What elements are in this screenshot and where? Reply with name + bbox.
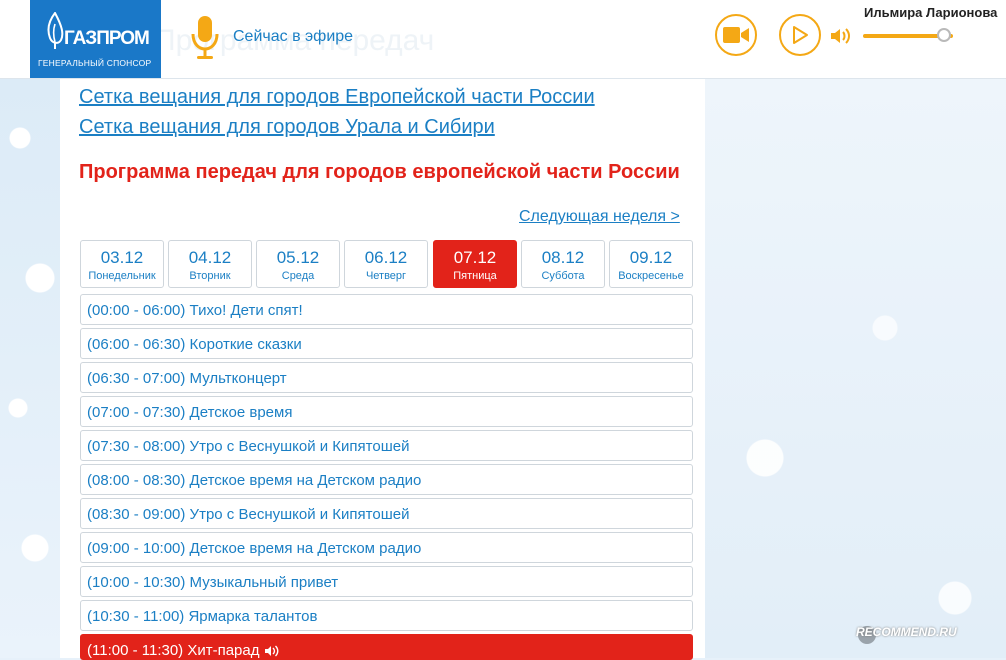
ural-schedule-link[interactable]: Сетка вещания для городов Урала и Сибири <box>79 116 495 139</box>
day-tab[interactable]: 05.12 Среда <box>256 240 340 288</box>
flame-icon <box>47 12 64 49</box>
europe-schedule-link[interactable]: Сетка вещания для городов Европейской ча… <box>79 86 595 109</box>
day-tab[interactable]: 06.12 Четверг <box>344 240 428 288</box>
schedule-row[interactable]: (08:30 - 09:00) Утро с Веснушкой и Кипят… <box>80 498 693 529</box>
schedule-row[interactable]: (10:30 - 11:00) Ярмарка талантов <box>80 600 693 631</box>
sponsor-caption: ГЕНЕРАЛЬНЫЙ СПОНСОР <box>38 58 152 68</box>
volume-slider-handle[interactable] <box>937 28 951 42</box>
schedule-row-current[interactable]: (11:00 - 11:30) Хит-парад <box>80 634 693 660</box>
schedule-row-text: (06:30 - 07:00) Мультконцерт <box>87 370 287 387</box>
sponsor-logo[interactable]: ГАЗПРОМ ГЕНЕРАЛЬНЫЙ СПОНСОР <box>30 0 161 78</box>
play-button[interactable] <box>779 14 821 56</box>
schedule-row-text: (06:00 - 06:30) Короткие сказки <box>87 336 302 353</box>
sponsor-brand: ГАЗПРОМ <box>64 28 150 49</box>
schedule-row[interactable]: (08:00 - 08:30) Детское время на Детском… <box>80 464 693 495</box>
video-camera-icon <box>723 27 749 43</box>
schedule-row[interactable]: (07:00 - 07:30) Детское время <box>80 396 693 427</box>
day-tab[interactable]: 09.12 Воскресенье <box>609 240 693 288</box>
day-tab-date: 06.12 <box>364 248 408 267</box>
schedule-row-text: (08:30 - 09:00) Утро с Веснушкой и Кипят… <box>87 506 410 523</box>
day-tab[interactable]: 08.12 Суббота <box>521 240 605 288</box>
day-tab[interactable]: 07.12 Пятница <box>433 240 517 288</box>
day-tab-weekday: Суббота <box>541 270 585 282</box>
microphone-icon <box>191 16 219 59</box>
watermark: RECOMMEND.RU <box>856 625 957 639</box>
schedule-row-text: (10:30 - 11:00) Ярмарка талантов <box>87 608 318 625</box>
schedule-row[interactable]: (00:00 - 06:00) Тихо! Дети спят! <box>80 294 693 325</box>
day-tab-date: 03.12 <box>100 248 144 267</box>
schedule-row-text: (09:00 - 10:00) Детское время на Детском… <box>87 540 422 557</box>
program-title: Программа передач для городов европейско… <box>79 161 680 183</box>
schedule-row-text: (00:00 - 06:00) Тихо! Дети спят! <box>87 302 303 319</box>
day-tab-weekday: Среда <box>281 270 315 282</box>
user-name[interactable]: Ильмира Ларионова <box>864 5 997 20</box>
day-tab-date: 09.12 <box>629 248 673 267</box>
schedule-row[interactable]: (06:00 - 06:30) Короткие сказки <box>80 328 693 359</box>
schedule-row[interactable]: (06:30 - 07:00) Мультконцерт <box>80 362 693 393</box>
schedule-row-text: (11:00 - 11:30) Хит-парад <box>87 642 260 659</box>
snow-background-left <box>0 78 60 658</box>
snow-background-right <box>705 78 1006 658</box>
day-tab-weekday: Пятница <box>453 270 497 282</box>
day-tab-date: 04.12 <box>188 248 232 267</box>
schedule-row[interactable]: (07:30 - 08:00) Утро с Веснушкой и Кипят… <box>80 430 693 461</box>
top-bar: Программа передач ГАЗПРОМ ГЕНЕРАЛЬНЫЙ СП… <box>0 0 1006 79</box>
on-air-label[interactable]: Сейчас в эфире <box>233 28 353 46</box>
day-tab-weekday: Четверг <box>365 270 407 282</box>
day-tab[interactable]: 03.12 Понедельник <box>80 240 164 288</box>
schedule-row-text: (08:00 - 08:30) Детское время на Детском… <box>87 472 422 489</box>
day-tab-weekday: Воскресенье <box>618 270 684 282</box>
schedule-row-text: (07:30 - 08:00) Утро с Веснушкой и Кипят… <box>87 438 410 455</box>
day-tab-date: 05.12 <box>276 248 320 267</box>
video-button[interactable] <box>715 14 757 56</box>
day-tab-date: 07.12 <box>453 248 497 267</box>
day-tab[interactable]: 04.12 Вторник <box>168 240 252 288</box>
schedule-row[interactable]: (10:00 - 10:30) Музыкальный привет <box>80 566 693 597</box>
schedule-row[interactable]: (09:00 - 10:00) Детское время на Детском… <box>80 532 693 563</box>
day-tab-weekday: Вторник <box>189 270 231 282</box>
day-tab-date: 08.12 <box>541 248 585 267</box>
volume-icon[interactable] <box>830 26 852 46</box>
day-tab-weekday: Понедельник <box>88 270 156 282</box>
schedule-row-text: (10:00 - 10:30) Музыкальный привет <box>87 574 339 591</box>
schedule-row-text: (07:00 - 07:30) Детское время <box>87 404 293 421</box>
next-week-link[interactable]: Следующая неделя > <box>519 208 680 226</box>
play-icon <box>793 26 808 44</box>
now-playing-sound-icon <box>264 645 278 657</box>
